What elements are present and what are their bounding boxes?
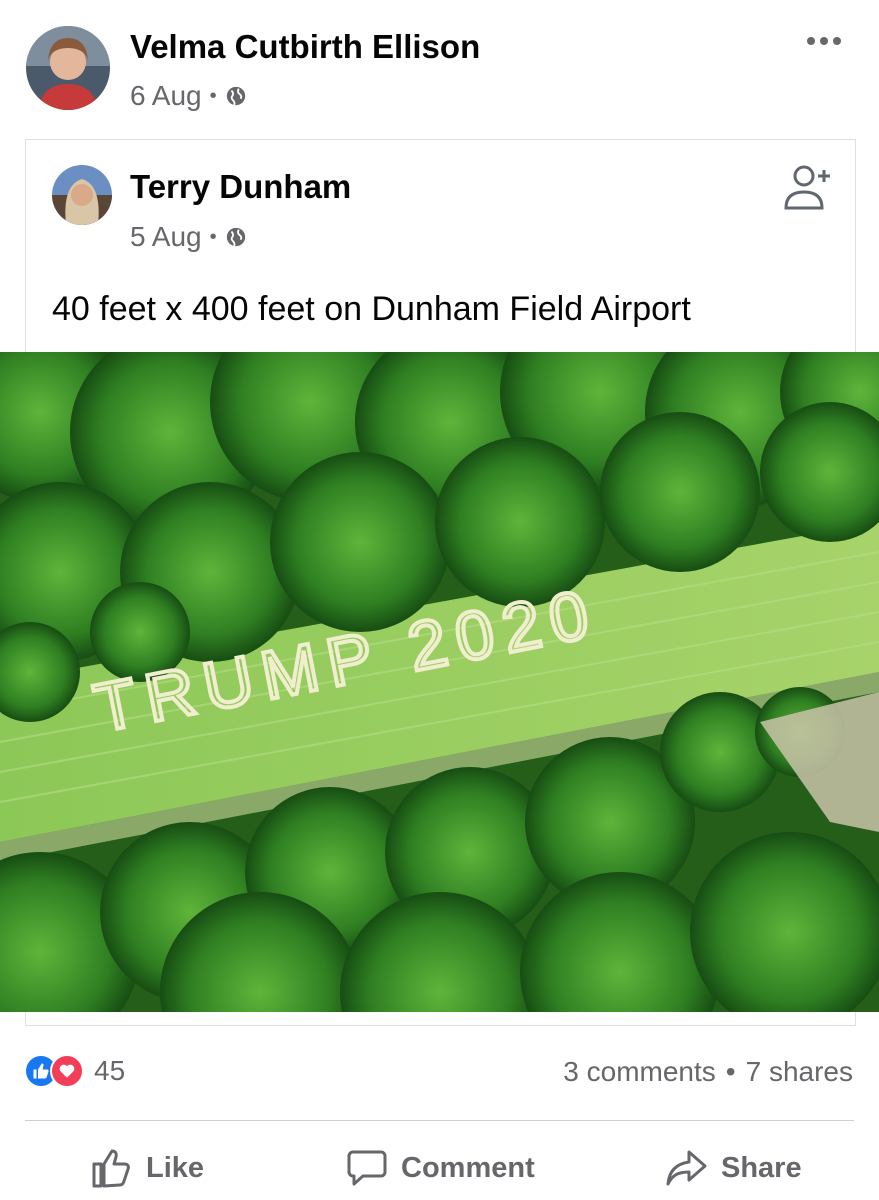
meta-separator: • xyxy=(209,225,217,248)
love-reaction-icon xyxy=(50,1054,84,1088)
shared-post-text: 40 feet x 400 feet on Dunham Field Airpo… xyxy=(52,290,691,328)
shares-count[interactable]: 7 shares xyxy=(746,1056,853,1088)
like-icon xyxy=(92,1149,130,1188)
post-photo[interactable]: TRUMP 2020 xyxy=(0,352,879,1012)
comment-label: Comment xyxy=(401,1151,535,1184)
meta-separator: • xyxy=(209,84,217,107)
share-button[interactable]: Share xyxy=(665,1146,802,1190)
engagement-stats: 3 comments • 7 shares xyxy=(563,1056,853,1088)
globe-icon xyxy=(226,227,245,247)
shared-author-name[interactable]: Terry Dunham xyxy=(130,168,351,206)
comments-count[interactable]: 3 comments xyxy=(563,1056,716,1088)
more-options-icon[interactable] xyxy=(804,34,844,48)
author-name[interactable]: Velma Cutbirth Ellison xyxy=(130,28,480,66)
comment-button[interactable]: Comment xyxy=(345,1146,535,1190)
share-icon xyxy=(666,1150,707,1186)
like-button[interactable]: Like xyxy=(90,1146,204,1190)
share-label: Share xyxy=(721,1151,802,1184)
like-label: Like xyxy=(146,1151,205,1184)
shared-post-meta: 5 Aug • xyxy=(130,221,247,253)
reaction-count: 45 xyxy=(94,1055,126,1086)
stats-separator: • xyxy=(725,1056,736,1087)
comment-icon xyxy=(347,1150,387,1186)
reactions-summary[interactable]: 45 xyxy=(24,1054,125,1088)
post-date[interactable]: 6 Aug xyxy=(130,80,202,112)
globe-icon xyxy=(226,86,245,106)
post-meta: 6 Aug • xyxy=(130,80,247,112)
add-friend-icon[interactable] xyxy=(780,160,836,216)
divider xyxy=(25,1120,854,1121)
author-avatar[interactable] xyxy=(26,26,110,110)
shared-post-date[interactable]: 5 Aug xyxy=(130,221,202,253)
shared-author-avatar[interactable] xyxy=(52,165,112,225)
